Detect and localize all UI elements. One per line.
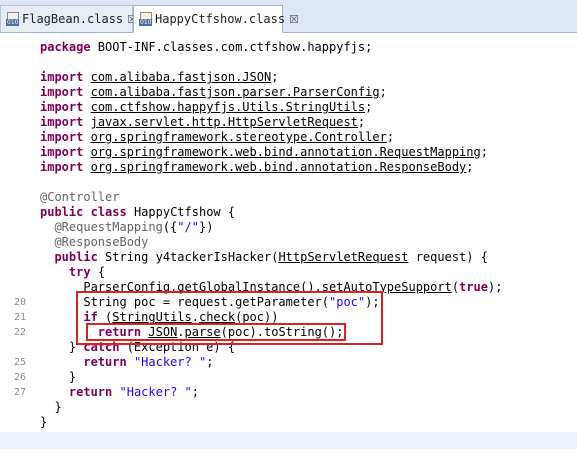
import-link[interactable]: com.ctfshow.happyfjs.Utils.StringUtils <box>91 100 366 114</box>
code-line: package BOOT-INF.classes.com.ctfshow.hap… <box>40 40 373 54</box>
code-line: import org.springframework.web.bind.anno… <box>40 160 474 174</box>
code-line: import com.ctfshow.happyfjs.Utils.String… <box>40 100 373 114</box>
code-line: try { <box>68 265 106 279</box>
code-line: } <box>40 415 48 429</box>
import-link[interactable]: org.springframework.stereotype.Controlle… <box>91 130 387 144</box>
code-line: @Controller <box>40 190 120 204</box>
code-line: import org.springframework.web.bind.anno… <box>40 145 488 159</box>
code-line: public String y4tackerIsHacker(HttpServl… <box>54 250 488 264</box>
code-line: public class HappyCtfshow { <box>40 205 236 219</box>
code-line: import com.alibaba.fastjson.JSON; <box>40 70 279 84</box>
import-link[interactable]: com.alibaba.fastjson.parser.ParserConfig <box>91 85 380 99</box>
close-icon[interactable]: ☒ <box>289 13 299 26</box>
import-link[interactable]: com.alibaba.fastjson.JSON <box>91 70 272 84</box>
import-link[interactable]: org.springframework.web.bind.annotation.… <box>91 160 467 174</box>
editor-tab-bar: 010 FlagBean.class ☒ 010 HappyCtfshow.cl… <box>0 0 577 33</box>
tab-flagbean[interactable]: 010 FlagBean.class ☒ <box>0 5 137 32</box>
class-file-icon: 010 <box>139 12 153 26</box>
code-editor[interactable]: package BOOT-INF.classes.com.ctfshow.hap… <box>0 33 577 453</box>
class-file-icon: 010 <box>6 12 20 26</box>
code-line: import javax.servlet.http.HttpServletReq… <box>40 115 366 129</box>
import-link[interactable]: javax.servlet.http.HttpServletRequest <box>91 115 358 129</box>
current-line-highlight <box>0 432 577 449</box>
code-line: @ResponseBody <box>54 235 149 249</box>
tab-label: HappyCtfshow.class <box>155 12 286 26</box>
code-line: import com.alibaba.fastjson.parser.Parse… <box>40 85 387 99</box>
code-line: @RequestMapping({"/"}) <box>54 220 214 234</box>
code-line: 25 return "Hacker? "; <box>13 355 214 369</box>
import-link[interactable]: org.springframework.web.bind.annotation.… <box>91 145 481 159</box>
code-line: import org.springframework.stereotype.Co… <box>40 130 395 144</box>
tab-happyctfshow[interactable]: 010 HappyCtfshow.class ☒ <box>133 5 299 33</box>
code-line: 27 return "Hacker? "; <box>13 385 199 399</box>
tab-label: FlagBean.class <box>22 12 124 26</box>
code-line: } <box>54 400 62 414</box>
code-line: 26 } <box>13 370 77 384</box>
highlight-box-inner <box>86 323 346 341</box>
